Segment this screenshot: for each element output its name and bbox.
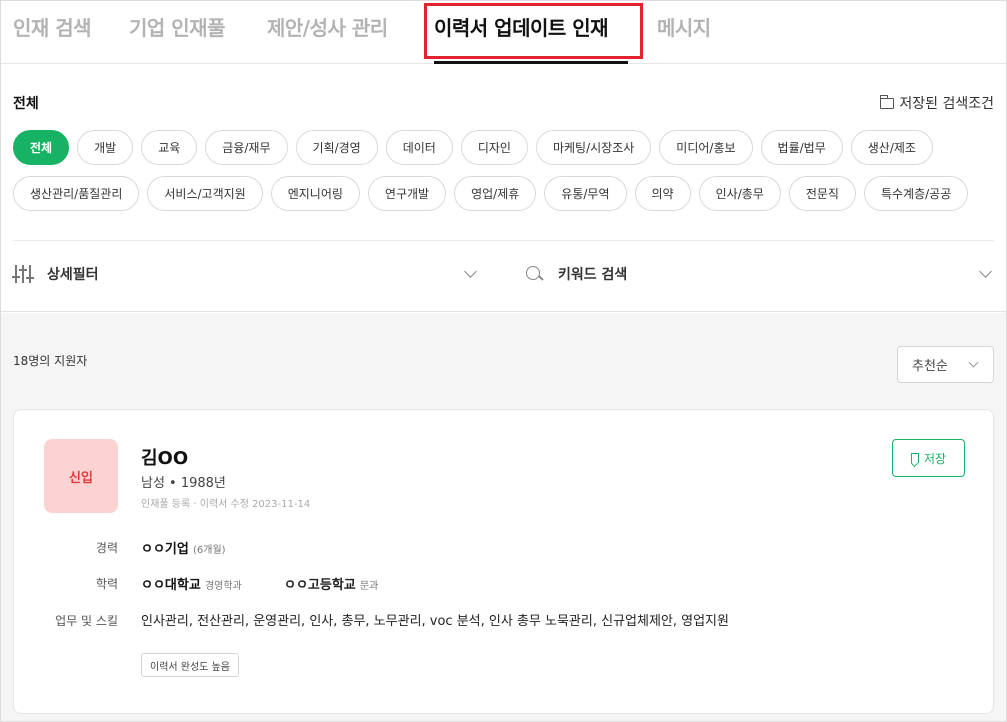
education-major-1: 경영학과 <box>204 581 242 592</box>
page-frame: 인재 검색 기업 인재풀 제안/성사 관리 이력서 업데이트 인재 메시지 전체… <box>0 0 1007 722</box>
category-chip[interactable]: 마케팅/시장조사 <box>535 130 652 165</box>
filter-panel: 전체 저장된 검색조건 전체 개발 교육 금융/재무 기획/경영 데이터 디자인… <box>1 65 1006 312</box>
category-chip[interactable]: 생산/제조 <box>850 130 933 165</box>
active-tab-highlight-box <box>424 3 643 59</box>
keyword-search-dropdown[interactable]: 키워드 검색 <box>526 241 994 307</box>
career-label: 경력 <box>95 541 118 555</box>
category-chip[interactable]: 데이터 <box>385 130 453 165</box>
category-chip[interactable]: 의약 <box>634 176 691 211</box>
resume-completeness-tag: 이력서 완성도 높음 <box>141 653 239 677</box>
chevron-down-icon <box>979 265 992 278</box>
save-button-label: 저장 <box>923 451 947 466</box>
category-chip[interactable]: 특수계층/공공 <box>863 176 969 211</box>
filter-bar: 상세필터 키워드 검색 <box>1 241 1006 311</box>
category-chip[interactable]: 개발 <box>77 130 134 165</box>
tab-messages[interactable]: 메시지 <box>657 13 711 43</box>
sliders-icon <box>12 265 34 283</box>
category-chip[interactable]: 금융/재무 <box>205 130 288 165</box>
career-level-badge: 신입 <box>44 439 118 513</box>
chevron-down-icon <box>968 357 979 368</box>
education-value-1: ㅇㅇ대학교 경영학과 <box>141 574 242 593</box>
skills-label: 업무 및 스킬 <box>55 614 118 628</box>
category-chip[interactable]: 인사/총무 <box>698 176 781 211</box>
category-chips-row-2: 생산관리/품질관리 서비스/고객지원 엔지니어링 연구개발 영업/제휴 유통/무… <box>13 176 969 211</box>
top-tab-bar: 인재 검색 기업 인재풀 제안/성사 관리 이력서 업데이트 인재 메시지 <box>1 1 1006 64</box>
search-icon <box>526 266 542 282</box>
folder-icon <box>879 94 895 109</box>
career-value: ㅇㅇ기업 (6개월) <box>141 538 226 557</box>
results-area: 18명의 지원자 추천순 신입 김OO 남성 • 1988년 인재풀 등록 · … <box>1 313 1006 721</box>
tab-company-talent-pool[interactable]: 기업 인재풀 <box>129 13 225 43</box>
category-chip[interactable]: 유통/무역 <box>544 176 627 211</box>
education-school-1: ㅇㅇ대학교 <box>141 578 201 593</box>
education-value-2: ㅇㅇ고등학교 문과 <box>284 574 378 593</box>
education-major-2: 문과 <box>359 581 379 592</box>
candidate-name: 김OO <box>141 448 189 469</box>
category-chip[interactable]: 기획/경영 <box>295 130 378 165</box>
category-chip-all[interactable]: 전체 <box>13 130 70 165</box>
category-chip[interactable]: 디자인 <box>460 130 528 165</box>
category-chip[interactable]: 서비스/고객지원 <box>147 176 263 211</box>
sort-select-value: 추천순 <box>912 359 948 374</box>
detail-filter-dropdown[interactable]: 상세필터 <box>12 241 481 307</box>
bookmark-icon <box>910 453 919 463</box>
candidate-registration-info: 인재풀 등록 · 이력서 수정 2023-11-14 <box>141 499 311 510</box>
candidate-meta: 남성 • 1988년 <box>141 476 226 491</box>
active-tab-underline <box>434 61 628 64</box>
career-company: ㅇㅇ기업 <box>141 542 189 557</box>
education-label: 학력 <box>95 577 118 591</box>
category-chip[interactable]: 생산관리/품질관리 <box>13 176 140 211</box>
detail-filter-label: 상세필터 <box>47 267 99 283</box>
section-title: 전체 <box>13 96 39 112</box>
category-chip[interactable]: 교육 <box>141 130 198 165</box>
tab-talent-search[interactable]: 인재 검색 <box>13 13 92 43</box>
category-chips-row-1: 전체 개발 교육 금융/재무 기획/경영 데이터 디자인 마케팅/시장조사 미디… <box>13 130 933 165</box>
chevron-down-icon <box>464 265 477 278</box>
saved-search-button[interactable]: 저장된 검색조건 <box>879 93 994 113</box>
skills-value: 인사관리, 전산관리, 운영관리, 인사, 총무, 노무관리, voc 분석, … <box>141 614 729 629</box>
sort-select[interactable]: 추천순 <box>897 346 994 383</box>
saved-search-label: 저장된 검색조건 <box>899 96 994 112</box>
keyword-search-label: 키워드 검색 <box>558 267 628 283</box>
category-chip[interactable]: 미디어/홍보 <box>659 130 753 165</box>
category-chip[interactable]: 전문직 <box>788 176 856 211</box>
category-chip[interactable]: 연구개발 <box>367 176 447 211</box>
category-chip[interactable]: 법률/법무 <box>760 130 843 165</box>
category-chip[interactable]: 엔지니어링 <box>270 176 360 211</box>
category-chip[interactable]: 영업/제휴 <box>454 176 537 211</box>
save-button[interactable]: 저장 <box>892 439 965 477</box>
results-count: 18명의 지원자 <box>13 354 88 368</box>
tab-offer-management[interactable]: 제안/성사 관리 <box>267 13 388 43</box>
education-school-2: ㅇㅇ고등학교 <box>284 578 356 593</box>
career-duration: (6개월) <box>192 545 226 556</box>
candidate-card[interactable]: 신입 김OO 남성 • 1988년 인재풀 등록 · 이력서 수정 2023-1… <box>13 409 994 714</box>
